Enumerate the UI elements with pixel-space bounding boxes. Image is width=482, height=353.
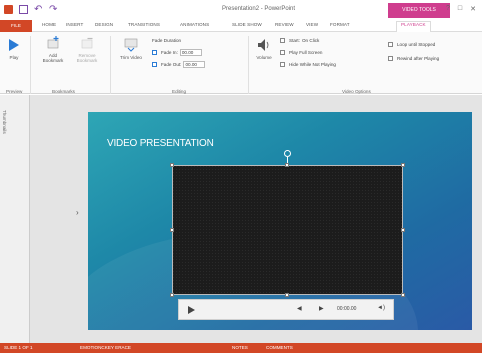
group-label-preview: Preview <box>6 89 23 94</box>
window-controls: ? □ ✕ <box>446 5 476 13</box>
media-back-icon[interactable]: ◀ <box>297 305 302 312</box>
fade-out-label: Fade Out: <box>161 61 182 67</box>
close-icon[interactable]: ✕ <box>470 5 476 13</box>
volume-label: Volume <box>256 55 272 60</box>
loop-until-stopped-checkbox[interactable] <box>388 41 393 47</box>
ribbon: Play Add Bookmark Remove Bookmark Trim V… <box>0 32 482 94</box>
rewind-after-playing-row[interactable]: Rewind after Playing <box>388 54 439 62</box>
trim-video-button[interactable]: Trim Video <box>118 36 144 60</box>
save-icon[interactable] <box>19 5 28 14</box>
remove-bookmark-icon <box>81 37 93 49</box>
remove-bookmark-button[interactable]: Remove Bookmark <box>70 36 104 63</box>
tab-animations[interactable]: ANIMATIONS <box>180 22 209 27</box>
play-label: Play <box>9 55 19 60</box>
resize-handle-left[interactable] <box>170 228 174 232</box>
tab-view[interactable]: VIEW <box>306 22 318 27</box>
add-bookmark-label: Add Bookmark <box>42 53 64 63</box>
undo-icon[interactable]: ↶ <box>34 5 43 15</box>
expand-thumbnails-icon[interactable]: › <box>76 208 79 217</box>
group-label-editing: Editing <box>172 89 187 94</box>
tab-design[interactable]: DESIGN <box>95 22 113 27</box>
tab-review[interactable]: REVIEW <box>275 22 294 27</box>
add-bookmark-icon <box>47 36 59 49</box>
group-label-video-options: Video Options <box>342 89 371 94</box>
fade-in-row: Fade In: 00.00 <box>152 48 202 56</box>
resize-handle-bottom-right[interactable] <box>401 293 405 297</box>
fade-out-icon <box>152 61 157 67</box>
hide-while-not-playing-row[interactable]: Hide While Not Playing <box>280 60 336 68</box>
rewind-after-playing-label: Rewind after Playing <box>397 55 440 61</box>
volume-button[interactable]: Volume <box>252 38 276 60</box>
play-full-screen-label: Play Full Screen <box>289 49 323 55</box>
document-title: Presentation2 - PowerPoint <box>222 6 296 12</box>
slide-title[interactable]: VIDEO PRESENTATION <box>107 138 214 149</box>
play-full-screen-row[interactable]: Play Full Screen <box>280 48 322 56</box>
group-label-bookmarks: Bookmarks <box>52 89 75 94</box>
notes-button[interactable]: NOTES <box>232 345 248 350</box>
remove-bookmark-label: Remove Bookmark <box>76 53 98 63</box>
tab-playback[interactable]: PLAYBACK <box>396 21 431 32</box>
fade-in-label: Fade In: <box>161 49 178 55</box>
start-icon <box>280 37 285 43</box>
resize-handle-bottom-left[interactable] <box>170 293 174 297</box>
hide-while-not-playing-checkbox[interactable] <box>280 61 285 67</box>
tab-format[interactable]: FORMAT <box>330 22 350 27</box>
play-full-screen-checkbox[interactable] <box>280 49 285 55</box>
restore-icon[interactable]: □ <box>458 5 462 13</box>
play-button[interactable]: Play <box>4 38 24 60</box>
rotate-handle-icon[interactable] <box>284 150 291 157</box>
media-play-icon[interactable] <box>187 305 196 315</box>
powerpoint-logo-icon <box>4 5 13 14</box>
fade-duration-heading: Fade Duration <box>152 36 181 44</box>
thumbnails-label: Thumbnails <box>2 110 7 134</box>
media-controls: ◀ ▶ 00:00.00 ◄) <box>178 299 394 320</box>
start-select[interactable]: On Click <box>302 38 319 43</box>
loop-until-stopped-row[interactable]: Loop until Stopped <box>388 40 435 48</box>
quick-access-toolbar: ↶ ↷ <box>4 5 58 15</box>
play-icon <box>9 39 19 51</box>
resize-handle-top-right[interactable] <box>401 163 405 167</box>
add-bookmark-button[interactable]: Add Bookmark <box>40 36 66 63</box>
resize-handle-top[interactable] <box>285 163 289 167</box>
media-time: 00:00.00 <box>337 306 357 312</box>
fade-in-input[interactable]: 00.00 <box>179 48 202 56</box>
ribbon-tabs: FILE HOME INSERT DESIGN TRANSITIONS ANIM… <box>0 20 482 32</box>
tab-insert[interactable]: INSERT <box>66 22 83 27</box>
separator <box>110 36 111 94</box>
help-icon[interactable]: ? <box>446 5 450 13</box>
redo-icon[interactable]: ↷ <box>49 5 58 15</box>
selection-border <box>172 165 403 295</box>
comments-button[interactable]: COMMENTS <box>266 345 293 350</box>
theme-name: EMOTIONCKEY ERACE <box>80 345 131 350</box>
fade-duration-label: Fade Duration <box>152 37 182 43</box>
resize-handle-top-left[interactable] <box>170 163 174 167</box>
fade-out-input[interactable]: 00.00 <box>183 60 206 68</box>
tab-slide-show[interactable]: SLIDE SHOW <box>232 22 262 27</box>
status-bar: SLIDE 1 OF 1 EMOTIONCKEY ERACE NOTES COM… <box>0 343 482 353</box>
title-bar: ↶ ↷ Presentation2 - PowerPoint VIDEO TOO… <box>0 0 482 20</box>
start-label: Start: <box>289 37 300 43</box>
resize-handle-bottom[interactable] <box>285 293 289 297</box>
tab-transitions[interactable]: TRANSITIONS <box>128 22 160 27</box>
rewind-after-playing-checkbox[interactable] <box>388 55 393 61</box>
video-tools-context-label: VIDEO TOOLS <box>388 3 450 18</box>
trim-video-label: Trim Video <box>120 55 142 60</box>
fade-out-row: Fade Out: 00.00 <box>152 60 206 68</box>
volume-icon <box>258 39 269 51</box>
media-volume-icon[interactable]: ◄) <box>377 305 385 311</box>
resize-handle-right[interactable] <box>401 228 405 232</box>
tab-home[interactable]: HOME <box>42 22 56 27</box>
tab-file[interactable]: FILE <box>0 20 32 32</box>
media-forward-icon[interactable]: ▶ <box>319 305 324 312</box>
loop-until-stopped-label: Loop until Stopped <box>397 41 436 47</box>
slide-count: SLIDE 1 OF 1 <box>4 345 33 350</box>
separator <box>248 36 249 94</box>
separator <box>30 36 31 94</box>
hide-while-not-playing-label: Hide While Not Playing <box>289 61 336 67</box>
start-row: Start: On Click <box>280 36 319 44</box>
trim-video-icon <box>124 38 138 52</box>
fade-in-icon <box>152 49 157 55</box>
